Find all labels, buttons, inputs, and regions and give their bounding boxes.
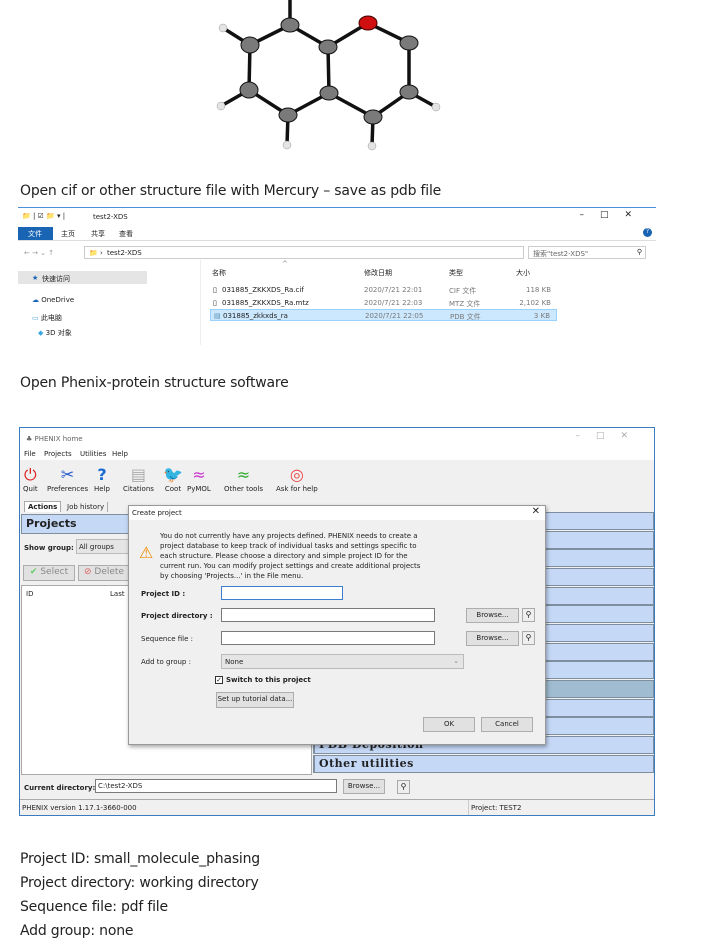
column-size[interactable]: 大小 — [516, 268, 530, 278]
project-status: Project: TEST2 — [471, 804, 522, 812]
address-path: test2-XDS — [107, 249, 142, 257]
explorer-title: test2-XDS — [93, 213, 128, 221]
note-project-id: Project ID: small_molecule_phasing — [20, 851, 260, 867]
ribbon-tab-share[interactable]: 共享 — [91, 229, 105, 239]
project-id-label: Project ID : — [141, 590, 186, 598]
instruction-step2: Open Phenix-protein structure software — [20, 375, 289, 391]
toolbar-help[interactable]: ? Help — [94, 465, 110, 493]
project-id-input[interactable] — [221, 586, 343, 600]
file-row[interactable]: ▯ 031885_ZKKXDS_Ra.cif 2020/7/21 22:01 CIF … — [210, 284, 557, 296]
search-icon: ⚲ — [636, 248, 642, 256]
dialog-message: You do not currently have any projects d… — [160, 532, 421, 580]
projects-heading: Projects — [26, 517, 77, 530]
folder-icon: 📁 › — [89, 249, 103, 257]
tutorial-data-button[interactable]: Set up tutorial data... — [216, 692, 294, 708]
warning-icon: ⚠ — [139, 543, 154, 562]
toolbar-quit[interactable]: ⏻ Quit — [23, 465, 38, 493]
show-group-label: Show group: — [24, 544, 74, 552]
column-type[interactable]: 类型 — [449, 268, 463, 278]
browse-directory-button[interactable]: Browse... — [466, 608, 519, 623]
nav-item-3d[interactable]: ◆ 3D 对象 — [38, 328, 72, 338]
menu-utilities[interactable]: Utilities — [80, 450, 106, 458]
browse-sequence-button[interactable]: Browse... — [466, 631, 519, 646]
select-button[interactable]: ✔ Select — [23, 565, 75, 581]
note-project-directory: Project directory: working directory — [20, 875, 259, 891]
add-to-group-select[interactable]: None ⌄ — [221, 654, 464, 669]
show-group-select[interactable]: All groups — [76, 539, 136, 554]
search-icon[interactable]: ⚲ — [397, 780, 410, 794]
search-placeholder: 搜索"test2-XDS" — [533, 250, 589, 258]
action-other-utilities[interactable]: Other utilities — [313, 755, 654, 773]
toolbar-pymol[interactable]: ≈ PyMOL — [187, 465, 211, 493]
ribbon-tabs: 文件 主页 共享 查看 ? — [18, 227, 656, 241]
toolbar-coot[interactable]: 🐦 Coot — [163, 465, 183, 493]
toolbar-other-tools[interactable]: ≈ Other tools — [224, 465, 263, 493]
sequence-file-label: Sequence file : — [141, 635, 193, 643]
current-directory-label: Current directory: — [24, 784, 96, 792]
nav-item-quick-access[interactable]: ★ 快速访问 — [18, 271, 147, 284]
menu-projects[interactable]: Projects — [44, 450, 72, 458]
menu-file[interactable]: File — [24, 450, 36, 458]
sequence-file-input[interactable] — [221, 631, 435, 645]
note-add-group: Add group: none — [20, 923, 134, 939]
dialog-title: Create project — [132, 509, 182, 517]
file-explorer-window: 📁 | ☑ 📁 ▾ | test2-XDS –□✕ 文件 主页 共享 查看 ? … — [18, 207, 656, 345]
switch-project-label: Switch to this project — [226, 676, 311, 684]
toolbar-preferences[interactable]: ✂ Preferences — [47, 465, 88, 493]
phenix-window: ♣ PHENIX home –□✕ File Projects Utilitie… — [19, 427, 655, 816]
folder-icon: 📁 | ☑ 📁 ▾ | — [22, 212, 66, 220]
column-name[interactable]: 名称 — [212, 268, 226, 278]
note-sequence-file: Sequence file: pdf file — [20, 899, 168, 915]
browse-button[interactable]: Browse... — [343, 779, 385, 794]
version-label: PHENIX version 1.17.1-3660-000 — [22, 804, 137, 812]
tab-job-history[interactable]: Job history — [64, 502, 109, 512]
search-icon[interactable]: ⚲ — [522, 631, 535, 645]
column-date[interactable]: 修改日期 — [364, 268, 392, 278]
nav-item-this-pc[interactable]: ▭ 此电脑 — [32, 313, 62, 323]
window-controls[interactable]: –□✕ — [575, 431, 644, 441]
switch-project-checkbox[interactable]: ✓ — [215, 676, 223, 684]
toolbar-citations[interactable]: ▤ Citations — [123, 465, 154, 493]
ribbon-tab-view[interactable]: 查看 — [119, 229, 133, 239]
delete-button[interactable]: ⊘ Delete — [78, 565, 130, 581]
ribbon-tab-home[interactable]: 主页 — [61, 229, 75, 239]
current-directory-input[interactable]: C:\test2-XDS — [95, 779, 337, 793]
address-bar[interactable]: 📁 › test2-XDS — [84, 246, 524, 259]
ok-button[interactable]: OK — [423, 717, 475, 732]
ribbon-tab-file[interactable]: 文件 — [18, 227, 53, 240]
phenix-title: ♣ PHENIX home — [26, 435, 83, 443]
menu-help[interactable]: Help — [112, 450, 128, 458]
instruction-step1: Open cif or other structure file with Me… — [20, 183, 442, 199]
project-directory-input[interactable] — [221, 608, 435, 622]
cancel-button[interactable]: Cancel — [481, 717, 533, 732]
window-controls[interactable]: –□✕ — [579, 210, 648, 220]
help-icon[interactable]: ? — [643, 228, 652, 237]
nav-item-onedrive[interactable]: ☁ OneDrive — [32, 296, 74, 304]
file-row[interactable]: ▯ 031885_ZKKXDS_Ra.mtz 2020/7/21 22:03 MTZ … — [210, 297, 557, 309]
toolbar-ask-for-help[interactable]: ◎ Ask for help — [276, 465, 318, 493]
add-to-group-label: Add to group : — [141, 658, 191, 666]
tab-actions[interactable]: Actions — [24, 501, 62, 512]
file-row-selected[interactable]: ▤ 031885_zkkxds_ra 2020/7/21 22:05 PDB 文件 3 … — [210, 309, 557, 321]
nav-arrows[interactable]: ← → ⌄ ↑ — [24, 249, 54, 257]
molecule-ortep-image — [216, 0, 441, 151]
close-icon[interactable]: ✕ — [532, 506, 540, 517]
search-icon[interactable]: ⚲ — [522, 608, 535, 622]
project-directory-label: Project directory : — [141, 612, 213, 620]
create-project-dialog: Create project ✕ ⚠ You do not currently … — [128, 505, 546, 745]
search-input[interactable]: 搜索"test2-XDS" ⚲ — [528, 246, 646, 259]
